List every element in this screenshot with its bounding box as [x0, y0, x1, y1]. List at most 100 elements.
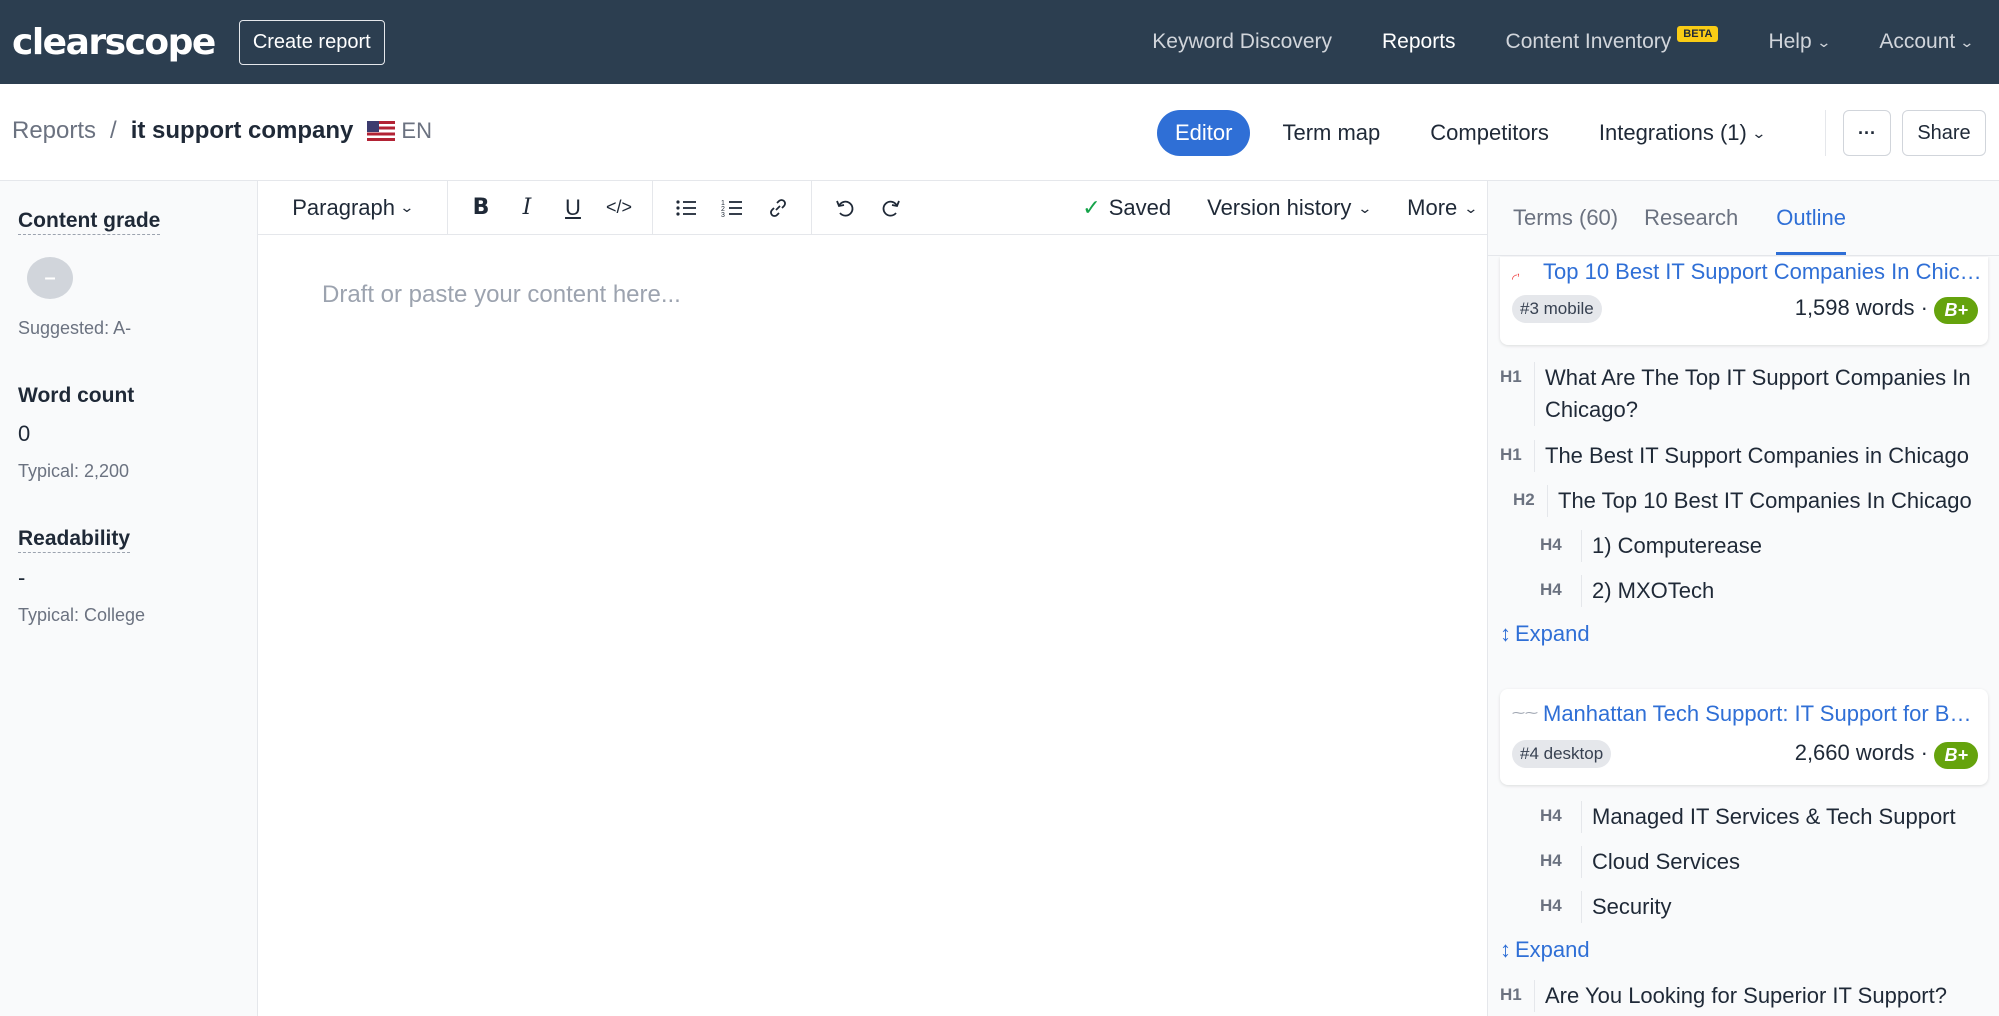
outline-heading[interactable]: H1 What Are The Top IT Support Companies…: [1500, 362, 1984, 426]
expand-arrows-icon: ↕: [1500, 621, 1511, 646]
favicon-icon: ◜ʼ: [1512, 271, 1520, 286]
nav-help[interactable]: Help ⌄: [1768, 30, 1831, 54]
competitor-card[interactable]: ◜ʼ Top 10 Best IT Support Companies In C…: [1500, 257, 1988, 345]
chevron-down-icon: ⌄: [399, 199, 415, 215]
rank-badge: #4 desktop: [1512, 740, 1612, 768]
content-grade-title[interactable]: Content grade: [18, 209, 161, 235]
nav-account[interactable]: Account ⌄: [1879, 30, 1975, 54]
heading-text: What Are The Top IT Support Companies In…: [1534, 362, 1984, 426]
nav-account-label: Account: [1879, 30, 1956, 53]
outline-heading[interactable]: H4 Security: [1540, 891, 1671, 923]
nav-help-label: Help: [1768, 30, 1812, 53]
grade-badge: B+: [1934, 742, 1978, 769]
expand-label: Expand: [1515, 621, 1590, 646]
breadcrumb-reports[interactable]: Reports: [12, 117, 96, 145]
beta-badge: BETA: [1677, 26, 1719, 42]
more-dropdown[interactable]: More ⌄: [1407, 195, 1479, 221]
language-label: EN: [401, 118, 432, 143]
heading-level: H4: [1540, 896, 1562, 915]
favicon-icon: ⁓⁓: [1512, 705, 1538, 720]
suggested-grade: Suggested: A-: [18, 318, 132, 338]
tab-terms[interactable]: Terms (60): [1513, 205, 1618, 255]
paragraph-style-dropdown[interactable]: Paragraph ⌄: [258, 180, 448, 235]
heading-level: H4: [1540, 806, 1562, 825]
top-navigation: clearscope Create report Keyword Discove…: [0, 0, 1999, 84]
readability-value: -: [18, 565, 26, 590]
editor-placeholder[interactable]: Draft or paste your content here...: [322, 281, 681, 309]
nav-keyword-discovery[interactable]: Keyword Discovery: [1152, 30, 1332, 54]
outline-heading[interactable]: H4 Managed IT Services & Tech Support: [1540, 801, 1956, 833]
word-count-value: 0: [18, 421, 31, 446]
readability-section: Readability: [18, 527, 131, 553]
competitor-card[interactable]: ⁓⁓ Manhattan Tech Support: IT Support fo…: [1500, 689, 1988, 785]
create-report-button[interactable]: Create report: [238, 19, 385, 65]
tab-editor[interactable]: Editor: [1157, 110, 1251, 156]
italic-icon[interactable]: I: [504, 181, 550, 235]
chevron-down-icon: ⌄: [1959, 33, 1975, 50]
expand-arrows-icon: ↕: [1500, 937, 1511, 962]
outline-heading[interactable]: H1 Are You Looking for Superior IT Suppo…: [1500, 980, 1947, 1012]
version-history-label: Version history: [1207, 195, 1352, 220]
heading-text: 1) Computerease: [1581, 530, 1762, 562]
readability-title[interactable]: Readability: [18, 527, 131, 553]
competitor-title[interactable]: Top 10 Best IT Support Companies In Chic…: [1543, 259, 1983, 285]
list-group: 123: [653, 180, 812, 235]
bold-icon[interactable]: B: [458, 181, 504, 235]
heading-text: Are You Looking for Superior IT Support?: [1534, 980, 1947, 1012]
word-count: 2,660 words ·: [1794, 740, 1928, 765]
more-options-button[interactable]: ···: [1843, 110, 1891, 156]
heading-text: The Top 10 Best IT Companies In Chicago: [1547, 485, 1972, 517]
word-count-title: Word count: [18, 384, 135, 407]
expand-label: Expand: [1515, 937, 1590, 962]
breadcrumb: Reports / it support company EN: [12, 117, 432, 145]
link-icon[interactable]: [755, 181, 801, 235]
tab-competitors[interactable]: Competitors: [1412, 110, 1567, 156]
outline-heading[interactable]: H4 Cloud Services: [1540, 846, 1740, 878]
tab-term-map[interactable]: Term map: [1264, 110, 1398, 156]
grade-badge: B+: [1934, 297, 1978, 324]
undo-icon[interactable]: [822, 181, 868, 235]
svg-text:3: 3: [721, 212, 725, 218]
nav-content-inventory-label: Content Inventory: [1505, 30, 1672, 53]
underline-icon[interactable]: U: [550, 181, 596, 235]
content-editor: Paragraph ⌄ B I U </> 123 ✓ Saved Versio…: [258, 180, 1487, 1016]
history-group: [812, 181, 924, 235]
more-label: More: [1407, 195, 1458, 220]
paragraph-style-label: Paragraph: [292, 194, 395, 220]
divider: [1825, 110, 1826, 156]
outline-heading[interactable]: H2 The Top 10 Best IT Companies In Chica…: [1513, 485, 1972, 517]
chevron-down-icon: ⌄: [1357, 199, 1373, 216]
heading-level: H1: [1500, 985, 1522, 1004]
save-status: ✓ Saved: [1082, 195, 1171, 221]
code-icon[interactable]: </>: [596, 181, 642, 235]
heading-level: H4: [1540, 580, 1562, 599]
format-group: B I U </>: [448, 180, 653, 235]
competitor-title[interactable]: Manhattan Tech Support: IT Support for B…: [1543, 701, 1983, 727]
version-history-dropdown[interactable]: Version history ⌄: [1207, 195, 1373, 221]
nav-reports[interactable]: Reports: [1382, 30, 1456, 54]
tab-integrations[interactable]: Integrations (1) ⌄: [1581, 110, 1783, 156]
report-header: Reports / it support company EN Editor T…: [0, 84, 1999, 181]
numbered-list-icon[interactable]: 123: [709, 181, 755, 235]
tab-outline[interactable]: Outline: [1776, 205, 1846, 255]
breadcrumb-separator: /: [110, 117, 117, 144]
nav-links: Keyword Discovery Reports Content Invent…: [1152, 0, 1975, 84]
bullet-list-icon[interactable]: [663, 181, 709, 235]
outline-heading[interactable]: H4 2) MXOTech: [1540, 575, 1714, 607]
chevron-down-icon: ⌄: [1463, 199, 1479, 216]
outline-heading[interactable]: H1 The Best IT Support Companies in Chic…: [1500, 440, 1969, 472]
view-tabs: Editor Term map Competitors Integrations…: [1157, 110, 1783, 156]
nav-content-inventory[interactable]: Content Inventory BETA: [1505, 26, 1719, 54]
expand-button[interactable]: ↕ Expand: [1500, 937, 1590, 963]
redo-icon[interactable]: [868, 181, 914, 235]
toolbar-right: ✓ Saved Version history ⌄ More ⌄: [1082, 181, 1487, 235]
tab-research[interactable]: Research: [1644, 205, 1738, 255]
clearscope-logo[interactable]: clearscope: [12, 22, 216, 63]
us-flag-icon: [367, 121, 396, 141]
share-button[interactable]: Share: [1902, 110, 1986, 156]
heading-level: H2: [1513, 490, 1535, 509]
outline-heading[interactable]: H4 1) Computerease: [1540, 530, 1762, 562]
grade-indicator: –: [27, 257, 73, 299]
expand-button[interactable]: ↕ Expand: [1500, 621, 1590, 647]
content-grade-section: Content grade: [18, 209, 161, 235]
